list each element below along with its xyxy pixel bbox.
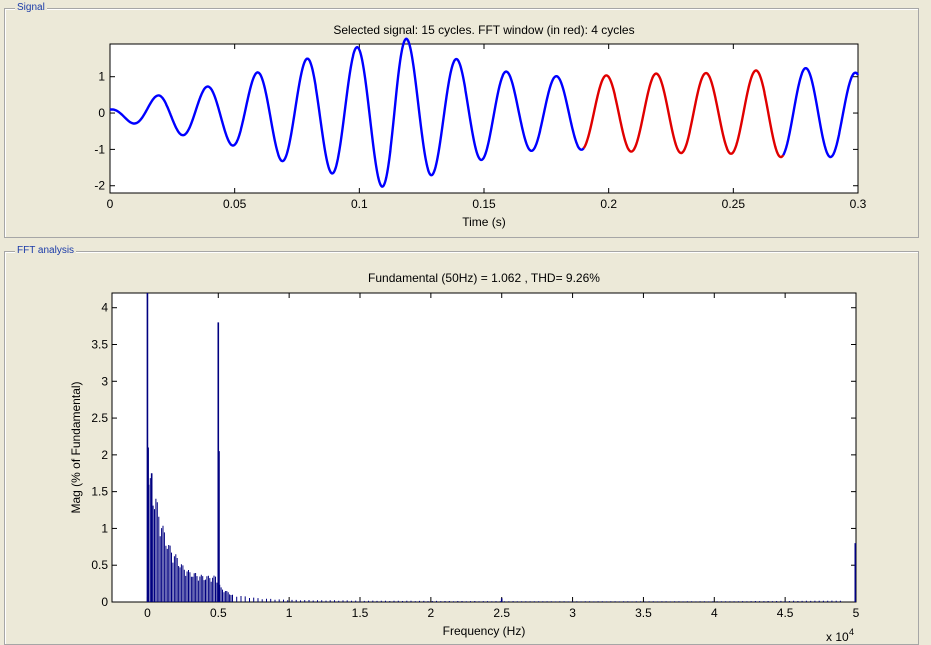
signal-x-tick-label: 0.1 — [351, 197, 368, 211]
fft-x-tick-label: 1 — [286, 606, 293, 620]
signal-y-tick-label: 0 — [98, 106, 105, 120]
fft-y-tick-label: 2.5 — [91, 411, 108, 425]
fft-y-tick-label: 2 — [101, 448, 108, 462]
fft-x-tick-label: 0 — [144, 606, 151, 620]
signal-y-tick-label: -1 — [94, 142, 105, 156]
fft-y-tick-label: 3.5 — [91, 338, 108, 352]
fft-y-tick-label: 0.5 — [91, 558, 108, 572]
signal-x-tick-label: 0.3 — [850, 197, 867, 211]
signal-chart: Selected signal: 15 cycles. FFT window (… — [94, 23, 867, 229]
signal-y-tick-label: -2 — [94, 179, 105, 193]
fft-x-tick-label: 5 — [853, 606, 860, 620]
fft-chart-title: Fundamental (50Hz) = 1.062 , THD= 9.26% — [368, 271, 600, 285]
fft-x-tick-label: 0.5 — [210, 606, 227, 620]
signal-x-axis-label: Time (s) — [462, 215, 506, 229]
fft-y-axis-label: Mag (% of Fundamental) — [69, 381, 83, 513]
signal-x-tick-label: 0.15 — [472, 197, 496, 211]
fft-x-exponent-label: x 10 — [826, 630, 849, 644]
fft-y-tick-label: 1.5 — [91, 485, 108, 499]
signal-x-tick-label: 0.2 — [600, 197, 617, 211]
fft-x-axis-label: Frequency (Hz) — [443, 624, 526, 638]
fft-x-tick-label: 2 — [428, 606, 435, 620]
signal-y-tick-label: 1 — [98, 70, 105, 84]
signal-x-tick-label: 0.25 — [722, 197, 746, 211]
fft-chart: Fundamental (50Hz) = 1.062 , THD= 9.26% F… — [69, 271, 860, 644]
fft-y-tick-label: 1 — [101, 521, 108, 535]
fft-y-tick-label: 4 — [101, 301, 108, 315]
fft-y-tick-label: 3 — [101, 374, 108, 388]
signal-chart-title: Selected signal: 15 cycles. FFT window (… — [333, 23, 634, 37]
fft-x-tick-label: 2.5 — [493, 606, 510, 620]
fft-y-tick-label: 0 — [101, 595, 108, 609]
fft-x-tick-label: 3 — [569, 606, 576, 620]
fft-plot-area — [111, 292, 857, 603]
signal-x-tick-label: 0 — [107, 197, 114, 211]
fft-x-tick-label: 4.5 — [777, 606, 794, 620]
fft-x-tick-label: 3.5 — [635, 606, 652, 620]
fft-x-exponent-power: 4 — [849, 627, 854, 637]
fft-x-tick-label: 4 — [711, 606, 718, 620]
fft-x-tick-label: 1.5 — [352, 606, 369, 620]
signal-x-tick-label: 0.05 — [223, 197, 247, 211]
